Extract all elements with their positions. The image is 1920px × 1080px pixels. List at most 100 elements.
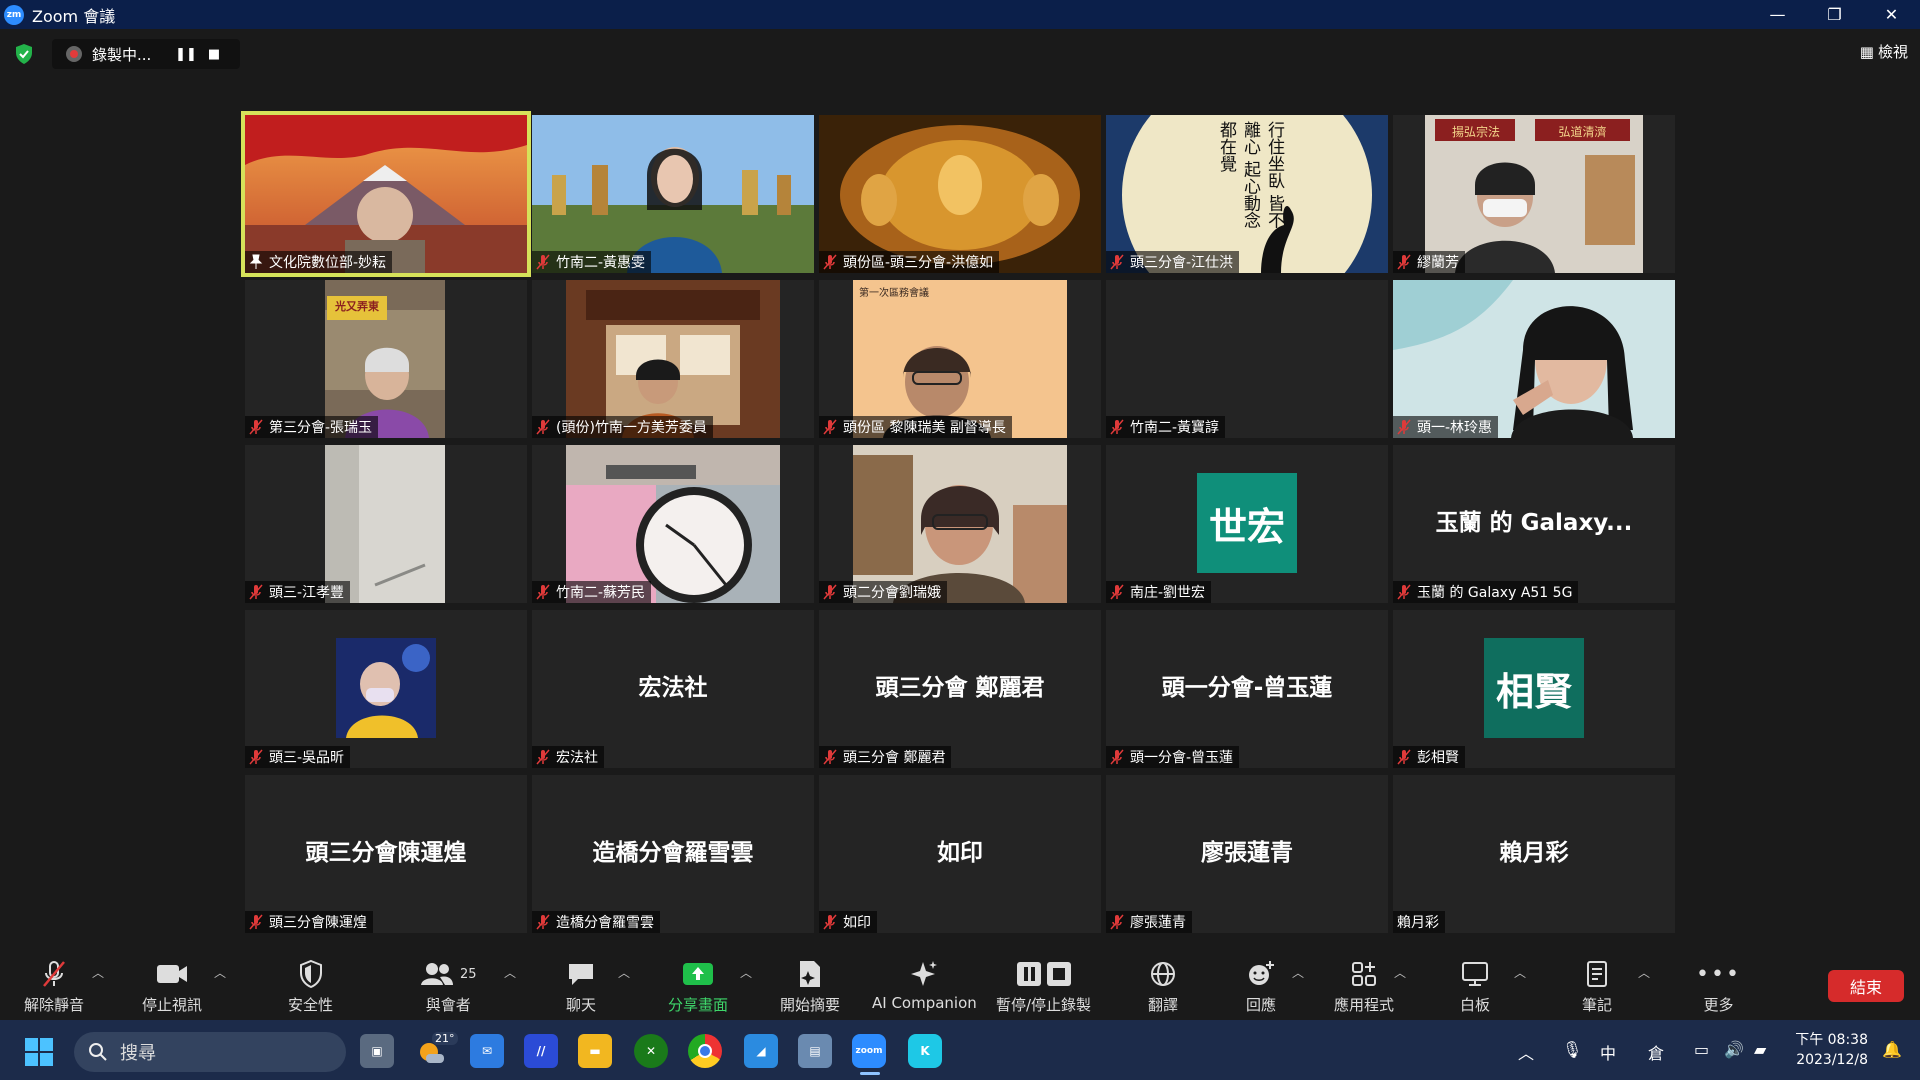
participant-name: 頭一-林玲惠 <box>1393 416 1499 438</box>
pause-stop-icon <box>1016 962 1071 986</box>
participant-tile[interactable]: 行住坐臥 皆不離心 起心動念 都在覺 頭三分會-江仕洪 <box>1106 115 1388 273</box>
system-clock[interactable]: 下午 08:38 2023/12/8 <box>1795 1030 1868 1070</box>
end-meeting-button[interactable]: 結束 <box>1828 970 1904 1002</box>
notes-options-caret-icon[interactable]: ︿ <box>1638 964 1650 981</box>
participant-tile[interactable]: 相賢 彭相賢 <box>1393 610 1675 768</box>
ime-cangjie-indicator[interactable]: 倉 <box>1648 1040 1664 1064</box>
muted-mic-icon <box>536 914 550 930</box>
participant-tile[interactable]: 頭三分會陳運煌 頭三分會陳運煌 <box>245 775 527 933</box>
whiteboard-button[interactable]: 白板 <box>1460 958 1490 1015</box>
notes-app-icon[interactable]: // <box>524 1034 558 1068</box>
audio-options-caret-icon[interactable]: ︿ <box>92 964 104 981</box>
share-screen-button[interactable]: 分享畫面 <box>668 958 728 1015</box>
participant-name: 頭二分會劉瑞娥 <box>819 581 947 603</box>
participant-tile[interactable]: 頭份區-頭三分會-洪億如 <box>819 115 1101 273</box>
security-button[interactable]: 安全性 <box>288 958 333 1015</box>
participant-tile[interactable]: 頭一-林玲惠 <box>1393 280 1675 438</box>
participant-tile[interactable]: 造橋分會羅雪雲 造橋分會羅雪雲 <box>532 775 814 933</box>
participant-name: 廖張蓮青 <box>1106 911 1192 933</box>
participant-tile[interactable]: 宏法社 宏法社 <box>532 610 814 768</box>
participant-display-name: 賴月彩 <box>1499 840 1569 866</box>
participant-tile[interactable]: 頭一分會-曾玉蓮 頭一分會-曾玉蓮 <box>1106 610 1388 768</box>
participant-avatar: 世宏 <box>1197 473 1297 573</box>
chat-options-caret-icon[interactable]: ︿ <box>618 964 630 981</box>
restore-button[interactable]: ❐ <box>1806 0 1863 29</box>
muted-mic-icon <box>536 419 550 435</box>
participant-video <box>325 445 445 603</box>
participant-tile[interactable]: 廖張蓮青 廖張蓮青 <box>1106 775 1388 933</box>
participant-tile[interactable]: 頭三-吳品昕 <box>245 610 527 768</box>
whiteboard-options-caret-icon[interactable]: ︿ <box>1514 964 1526 981</box>
taskbar-search-box[interactable]: 搜尋 <box>74 1032 346 1072</box>
participant-tile[interactable]: 竹南二-黃惠雯 <box>532 115 814 273</box>
reactions-options-caret-icon[interactable]: ︿ <box>1292 964 1304 981</box>
xbox-app-icon[interactable]: ✕ <box>634 1034 668 1068</box>
participant-name: 頭三-吳品昕 <box>245 746 351 768</box>
task-view-icon[interactable]: ▣ <box>360 1034 394 1068</box>
participant-tile[interactable]: 頭三分會 鄭麗君 頭三分會 鄭麗君 <box>819 610 1101 768</box>
participant-tile[interactable]: 第一次區務會議 頭份區 黎陳瑞美 副督導長 <box>819 280 1101 438</box>
chat-button[interactable]: 聊天 <box>566 958 596 1015</box>
participant-tile[interactable]: 竹南二-蘇芳民 <box>532 445 814 603</box>
show-hidden-icons-caret-icon[interactable]: ︿ <box>1518 1040 1534 1064</box>
encryption-shield-icon[interactable] <box>14 43 34 65</box>
muted-mic-icon <box>1397 254 1411 270</box>
close-button[interactable]: ✕ <box>1863 0 1920 29</box>
stop-recording-icon[interactable]: ■ <box>200 42 228 66</box>
participant-tile[interactable]: 如印 如印 <box>819 775 1101 933</box>
ai-companion-button[interactable]: AI Companion <box>872 958 977 1012</box>
participant-tile[interactable]: 光又弄東 第三分會-張瑞玉 <box>245 280 527 438</box>
participant-tile[interactable]: 世宏 南庄-劉世宏 <box>1106 445 1388 603</box>
participant-tile[interactable]: 竹南二-黃寶諄 <box>1106 280 1388 438</box>
network-icon[interactable]: ▭ <box>1694 1040 1709 1059</box>
notification-bell-icon[interactable]: 🔔 <box>1882 1040 1902 1059</box>
file-explorer-icon[interactable]: ▬ <box>578 1034 612 1068</box>
mail-app-icon[interactable]: ✉ <box>470 1034 504 1068</box>
participant-tile[interactable]: 頭三-江孝豐 <box>245 445 527 603</box>
participant-name: 如印 <box>819 911 877 933</box>
battery-icon[interactable]: ▰ <box>1754 1040 1766 1059</box>
k-app-icon[interactable]: K <box>908 1034 942 1068</box>
windows-taskbar: 搜尋 ▣ 21° ✉ // ▬ ✕ ◢ ▤ zoom K ︿ 🎙 中 倉 ▭ 🔊… <box>0 1020 1920 1080</box>
pause-recording-icon[interactable]: ❚❚ <box>172 42 200 66</box>
zoom-app-icon[interactable]: zoom <box>852 1034 886 1068</box>
microphone-tray-icon[interactable]: 🎙 <box>1562 1040 1582 1059</box>
minimize-button[interactable]: — <box>1749 0 1806 29</box>
participant-name: 彭相賢 <box>1393 746 1465 768</box>
chrome-browser-icon[interactable] <box>688 1034 722 1068</box>
participant-tile[interactable]: (頭份)竹南一方美芳委員 <box>532 280 814 438</box>
volume-icon[interactable]: 🔊 <box>1724 1040 1744 1059</box>
start-summary-button[interactable]: 開始摘要 <box>780 958 840 1015</box>
participant-tile[interactable]: 賴月彩 賴月彩 <box>1393 775 1675 933</box>
participants-icon <box>421 963 453 985</box>
participant-tile[interactable]: 頭二分會劉瑞娥 <box>819 445 1101 603</box>
apps-options-caret-icon[interactable]: ︿ <box>1394 964 1406 981</box>
participant-display-name: 廖張蓮青 <box>1201 840 1293 866</box>
more-button[interactable]: ••• 更多 <box>1696 958 1741 1015</box>
gallery-app-icon[interactable]: ▤ <box>798 1034 832 1068</box>
reactions-button[interactable]: 回應 <box>1246 958 1276 1015</box>
participant-tile[interactable]: 玉蘭 的 Galaxy... 玉蘭 的 Galaxy A51 5G <box>1393 445 1675 603</box>
participant-name: 頭份區-頭三分會-洪億如 <box>819 251 1000 273</box>
windows-start-icon[interactable] <box>25 1038 53 1066</box>
stop-video-button[interactable]: 停止視訊 <box>142 958 202 1015</box>
pause-stop-recording-button[interactable]: 暫停/停止錄製 <box>996 958 1091 1015</box>
participants-options-caret-icon[interactable]: ︿ <box>504 964 516 981</box>
participant-tile[interactable]: 文化院數位部-妙耘 <box>241 111 531 277</box>
ime-mode-indicator[interactable]: 中 <box>1600 1040 1616 1064</box>
unmute-button[interactable]: 解除靜音 <box>24 958 84 1015</box>
participant-tile[interactable]: 揚弘宗法 弘道清濟 繆蘭芳 <box>1393 115 1675 273</box>
participant-name: 第三分會-張瑞玉 <box>245 416 379 438</box>
view-button[interactable]: ▦ 檢視 <box>1860 41 1908 62</box>
share-options-caret-icon[interactable]: ︿ <box>740 964 752 981</box>
notes-button[interactable]: 筆記 <box>1582 958 1612 1015</box>
whiteboard-icon <box>1462 962 1488 986</box>
participants-button[interactable]: 25 與會者 <box>420 958 477 1015</box>
muted-mic-icon <box>249 914 263 930</box>
video-options-caret-icon[interactable]: ︿ <box>214 964 226 981</box>
photos-app-icon[interactable]: ◢ <box>744 1034 778 1068</box>
translate-button[interactable]: 翻譯 <box>1148 958 1178 1015</box>
participant-name: 賴月彩 <box>1393 911 1445 933</box>
apps-button[interactable]: 應用程式 <box>1334 958 1394 1015</box>
muted-mic-icon <box>536 749 550 765</box>
